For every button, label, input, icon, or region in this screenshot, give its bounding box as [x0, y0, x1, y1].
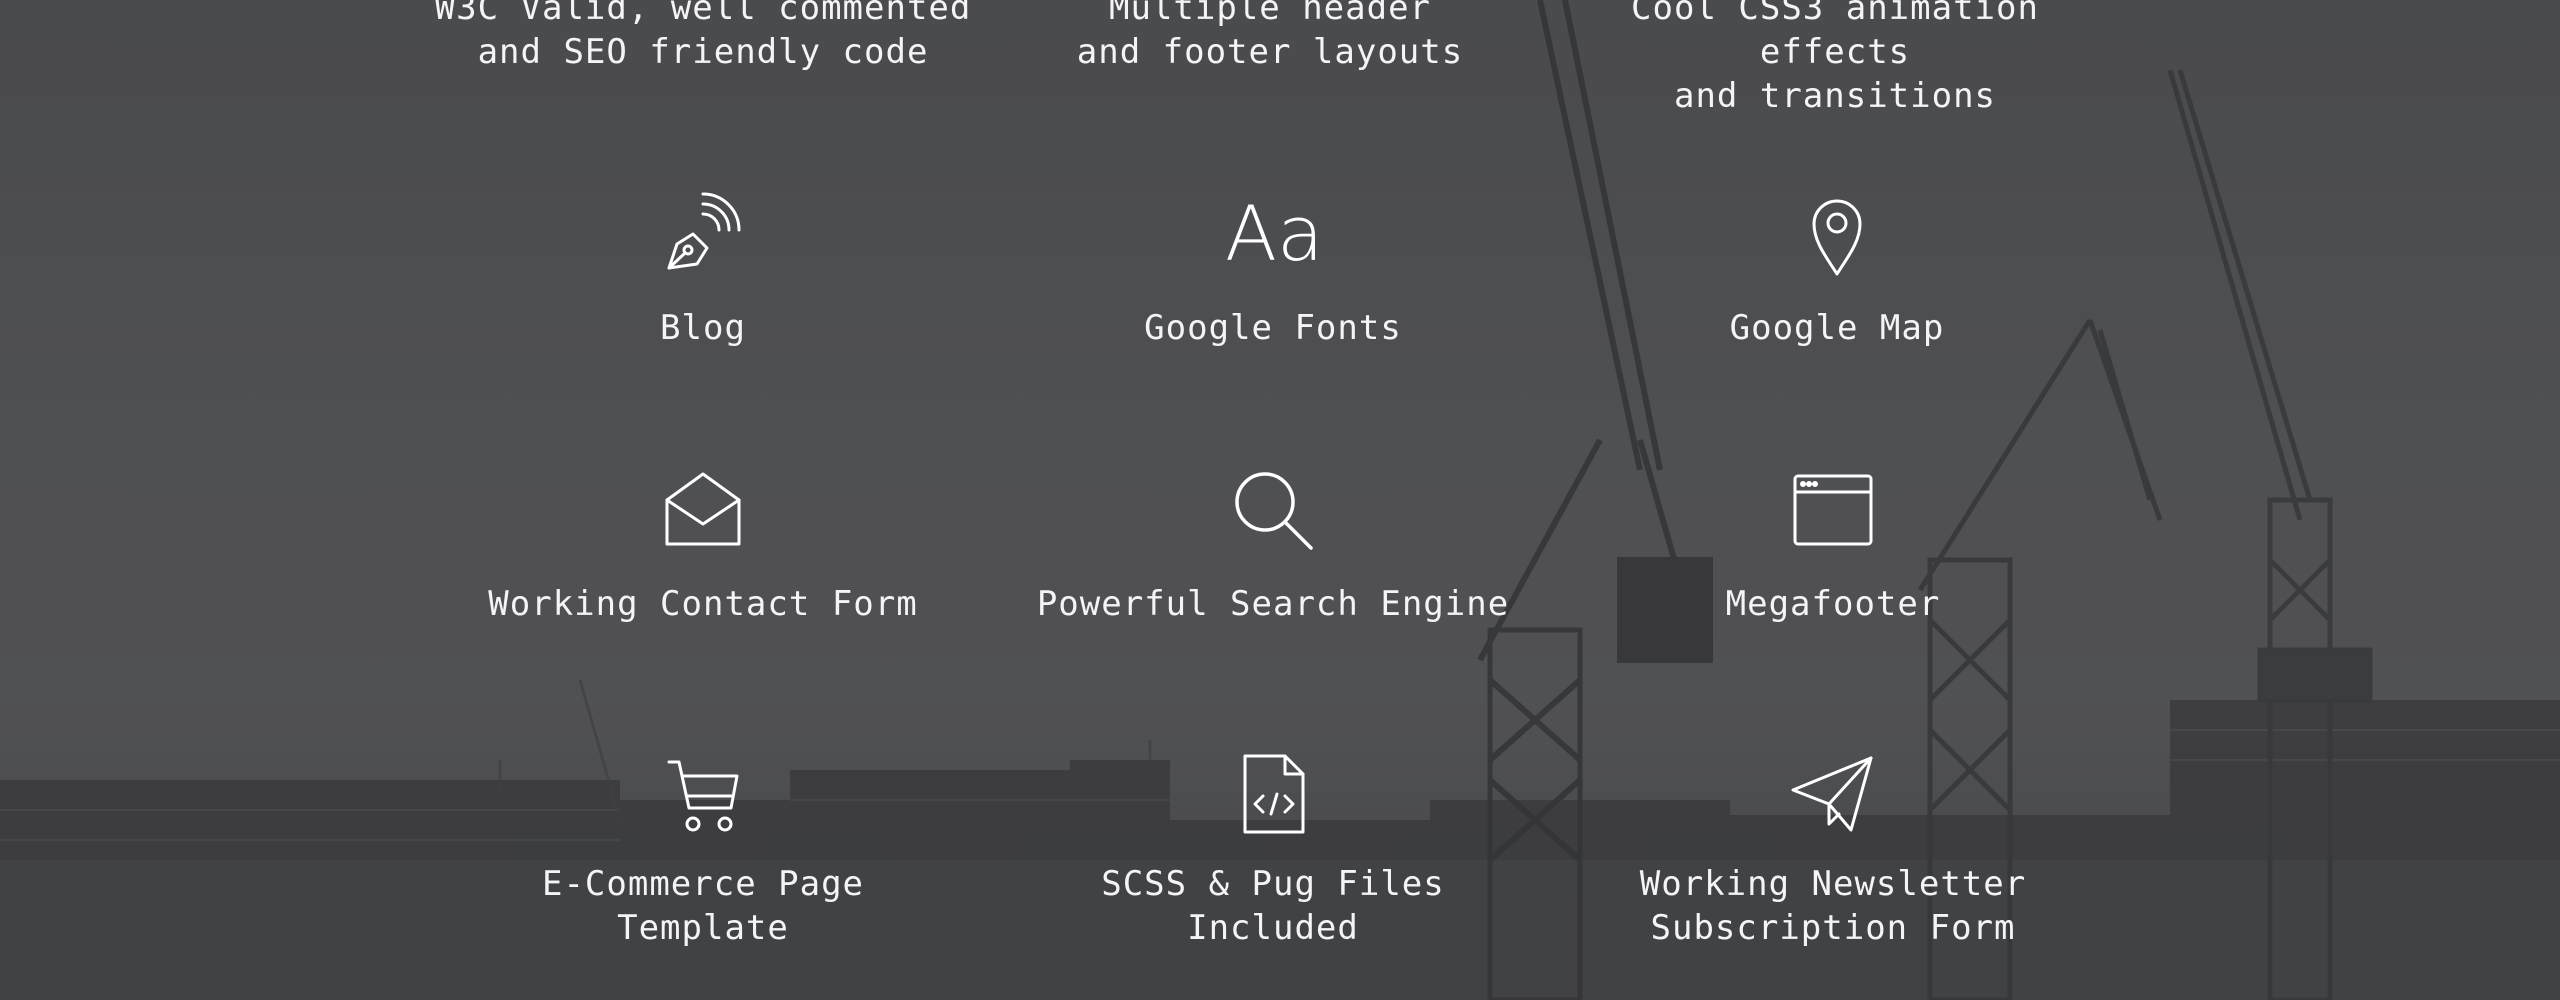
font-aa-icon: Aa — [1225, 189, 1324, 278]
feature-google-fonts: Aa Google Fonts — [993, 186, 1553, 350]
feature-label: Powerful Search Engine — [1036, 584, 1510, 624]
feature-search-engine: Powerful Search Engine — [993, 462, 1553, 626]
feature-label: Working Contact Form — [488, 584, 918, 624]
feature-label: and footer layouts — [1076, 32, 1464, 72]
map-pin-icon — [1812, 199, 1862, 276]
shopping-cart-icon — [667, 760, 739, 832]
feature-megafooter: Megafooter — [1553, 462, 2113, 626]
code-file-icon — [1243, 754, 1305, 834]
feature-label: SCSS & Pug Files Included — [1101, 864, 1445, 948]
feature-ecommerce: E-Commerce Page Template — [423, 746, 983, 950]
search-icon — [1235, 472, 1313, 550]
pen-nib-icon — [667, 192, 741, 270]
feature-blog: Blog — [423, 186, 983, 350]
feature-css3-animations: Cool CSS3 animation effects and transiti… — [1555, 0, 2115, 118]
feature-label: W3C Valid, well commented — [434, 0, 972, 28]
feature-label: Google Map — [1729, 308, 1945, 348]
browser-window-icon — [1793, 474, 1873, 546]
paper-plane-icon — [1791, 756, 1873, 832]
feature-w3c-valid: W3C Valid, well commented and SEO friend… — [423, 0, 983, 74]
feature-newsletter: Working Newsletter Subscription Form — [1553, 746, 2113, 950]
feature-multiple-layouts: Multiple header and footer layouts — [990, 0, 1550, 74]
feature-contact-form: Working Contact Form — [423, 462, 983, 626]
feature-label: E-Commerce Page Template — [541, 864, 865, 948]
feature-label: Working Newsletter Subscription Form — [1639, 864, 2027, 948]
feature-label: and SEO friendly code — [477, 32, 929, 72]
feature-label: Multiple header — [1108, 0, 1432, 28]
feature-label: Google Fonts — [1144, 308, 1402, 348]
feature-google-map: Google Map — [1557, 186, 2117, 350]
feature-label: and transitions — [1673, 76, 1997, 116]
feature-scss-pug: SCSS & Pug Files Included — [993, 746, 1553, 950]
feature-label: Blog — [660, 308, 746, 348]
feature-label: Megafooter — [1725, 584, 1941, 624]
feature-label: Cool CSS3 animation effects — [1631, 0, 2039, 72]
envelope-open-icon — [665, 472, 741, 546]
